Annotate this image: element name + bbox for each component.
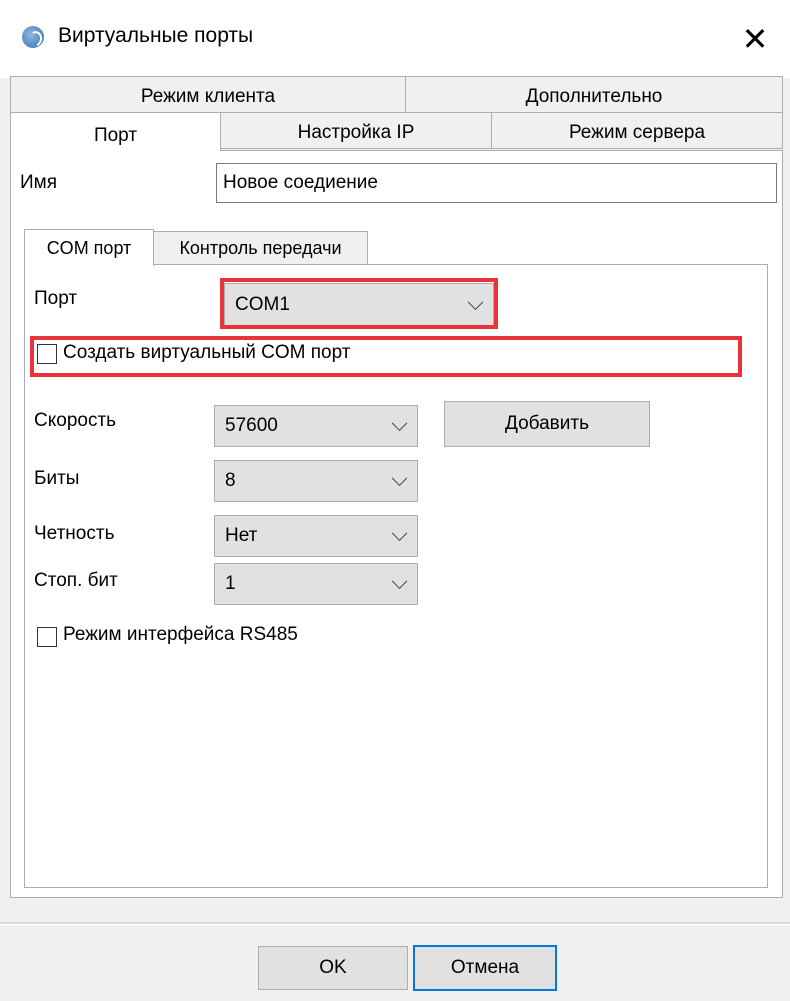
virtual-ports-dialog: Виртуальные порты ✕ Режим клиента Дополн… [0,0,790,1001]
stop-bits-label: Стоп. бит [34,570,118,591]
tab-label: Настройка IP [297,122,415,143]
virtual-com-label: Создать виртуальный COM порт [63,342,351,363]
speed-select[interactable]: 57600 [214,405,418,447]
rs485-checkbox[interactable] [37,627,57,647]
port-select-value: COM1 [235,294,290,315]
name-input-value: Новое соедиение [223,172,378,193]
virtual-com-checkbox[interactable] [37,344,57,364]
ok-button-label: OK [319,957,347,978]
tab-additional[interactable]: Дополнительно [405,76,783,113]
stop-bits-select-value: 1 [225,573,236,594]
inner-tab-transfer-control[interactable]: Контроль передачи [153,231,368,265]
tab-label: Режим клиента [140,86,276,107]
chevron-down-icon [391,573,408,590]
tab-label: Дополнительно [525,86,663,107]
tab-label: Контроль передачи [179,237,342,258]
rs485-label: Режим интерфейса RS485 [63,624,298,645]
inner-tab-com-port[interactable]: COM порт [24,229,154,266]
footer-divider [0,922,790,925]
tab-server-mode[interactable]: Режим сервера [491,112,783,149]
parity-select[interactable]: Нет [214,515,418,557]
bits-label: Биты [34,468,80,489]
close-icon: ✕ [741,20,769,58]
close-button[interactable]: ✕ [720,0,790,78]
window-title: Виртуальные порты [58,24,254,47]
speed-select-value: 57600 [225,415,278,436]
tab-client-mode[interactable]: Режим клиента [10,76,406,113]
name-input[interactable]: Новое соедиение [216,163,777,203]
cancel-button-label: Отмена [450,957,520,978]
bits-select[interactable]: 8 [214,460,418,502]
parity-label: Четность [34,523,115,544]
port-label: Порт [34,288,78,309]
parity-select-value: Нет [225,525,258,546]
stop-bits-select[interactable]: 1 [214,563,418,605]
chevron-down-icon [467,294,484,311]
add-button-label: Добавить [505,413,589,434]
tab-port[interactable]: Порт [10,112,221,151]
tab-label: COM порт [46,237,132,258]
bits-select-value: 8 [225,470,236,491]
chevron-down-icon [391,525,408,542]
chevron-down-icon [391,415,408,432]
tab-label: Порт [93,125,138,146]
speed-label: Скорость [34,410,117,431]
add-button[interactable]: Добавить [444,401,650,447]
port-select[interactable]: COM1 [224,283,494,327]
ok-button[interactable]: OK [258,946,408,990]
app-icon [22,26,44,48]
chevron-down-icon [391,470,408,487]
tab-label: Режим сервера [568,122,706,143]
title-bar: Виртуальные порты ✕ [0,0,790,78]
cancel-button[interactable]: Отмена [413,945,557,991]
tab-ip-settings[interactable]: Настройка IP [220,112,492,149]
name-label: Имя [20,172,58,193]
